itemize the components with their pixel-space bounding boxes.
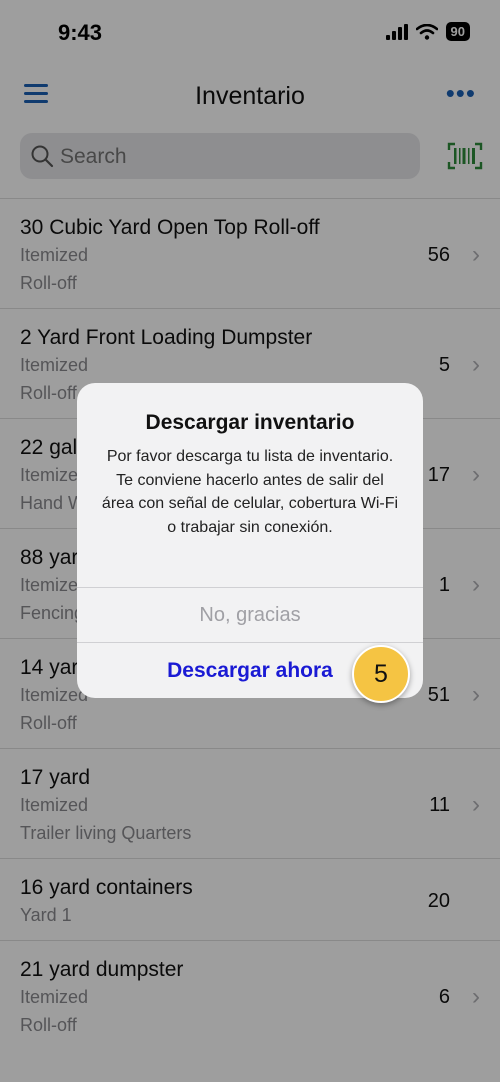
dialog-title: Descargar inventario: [145, 411, 355, 434]
dialog-message: Por favor descarga tu lista de inventari…: [101, 448, 399, 536]
no-thanks-button[interactable]: No, gracias: [77, 587, 423, 643]
step-number-badge: 5: [352, 645, 410, 703]
